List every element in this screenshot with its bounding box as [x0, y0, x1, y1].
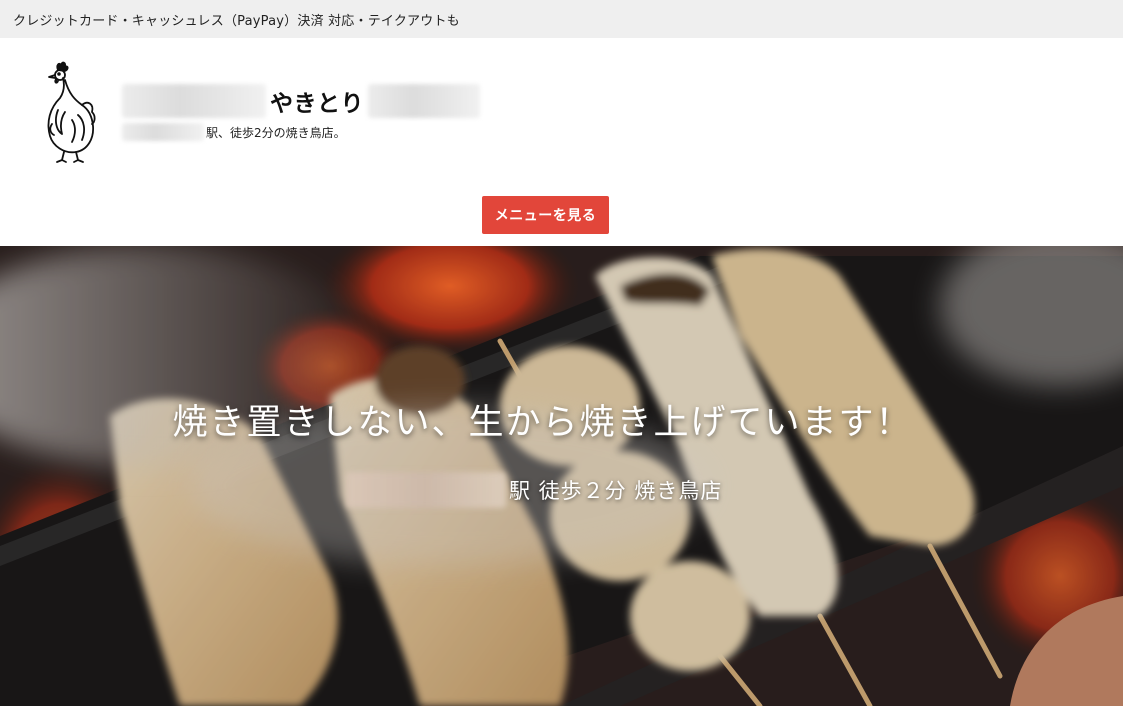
announcement-bar: クレジットカード・キャッシュレス（PayPay）決済 対応・テイクアウトも: [0, 0, 1123, 38]
redacted-hero-station: [346, 472, 506, 508]
announcement-text: クレジットカード・キャッシュレス（PayPay）決済 対応・テイクアウトも: [13, 13, 460, 29]
brand-tagline: 駅、徒歩2分の焼き鳥店。: [122, 121, 346, 143]
hero-headline: 焼き置きしない、生から焼き上げています！: [172, 403, 913, 443]
tagline-text: 駅、徒歩2分の焼き鳥店。: [206, 125, 346, 140]
view-menu-button[interactable]: メニューを見る: [482, 196, 609, 234]
rooster-icon[interactable]: [38, 60, 100, 164]
site-header: やきとり 駅、徒歩2分の焼き鳥店。 メニューを見る: [0, 38, 1123, 246]
redacted-station-name: [122, 123, 204, 141]
redacted-shop-name-suffix: [368, 84, 480, 118]
hero-banner: 焼き置きしない、生から焼き上げています！ 駅 徒歩２分 焼き鳥店: [0, 246, 1123, 706]
hero-subheadline-text: 駅 徒歩２分 焼き鳥店: [509, 479, 723, 503]
brand-title[interactable]: やきとり: [122, 82, 480, 120]
hero-subheadline: 駅 徒歩２分 焼き鳥店: [346, 472, 722, 508]
brand-name: やきとり: [270, 91, 364, 117]
redacted-shop-name: [122, 84, 266, 118]
